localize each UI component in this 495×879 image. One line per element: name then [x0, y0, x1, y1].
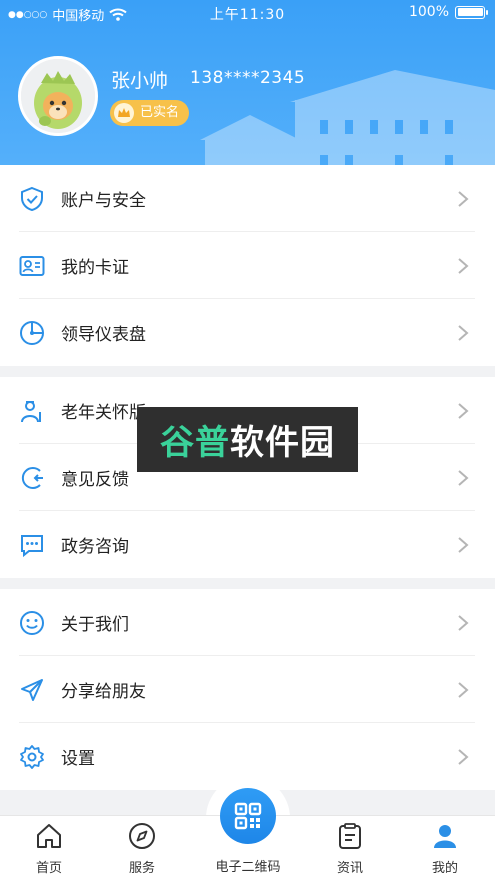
section-gap	[0, 578, 495, 589]
chevron-right-icon	[458, 324, 469, 341]
crown-icon	[114, 103, 134, 123]
menu-label: 我的卡证	[61, 258, 129, 278]
watermark-text-a: 谷普	[160, 423, 230, 463]
menu-label: 老年关怀版	[61, 403, 146, 423]
menu-item-about-us[interactable]: 关于我们	[0, 589, 495, 656]
menu-item-share-friends[interactable]: 分享给朋友	[0, 656, 495, 723]
menu-label: 领导仪表盘	[61, 325, 146, 345]
home-icon	[37, 824, 61, 848]
watermark-text-b: 软件园	[230, 423, 335, 463]
dashboard-icon	[20, 320, 44, 345]
shield-check-icon	[21, 186, 43, 211]
qr-code-icon	[234, 802, 262, 830]
smile-icon	[20, 610, 44, 635]
battery-icon	[455, 5, 488, 19]
news-icon	[339, 823, 361, 849]
tab-label: 服务	[128, 861, 155, 876]
avatar[interactable]	[18, 56, 98, 136]
compass-icon	[129, 823, 155, 849]
menu-label: 关于我们	[61, 615, 129, 635]
menu-item-government-consult[interactable]: 政务咨询	[0, 511, 495, 578]
chevron-right-icon	[458, 469, 469, 486]
tab-mine[interactable]: 我的	[405, 816, 485, 879]
tab-home[interactable]: 首页	[9, 816, 89, 879]
section-gap	[0, 366, 495, 377]
id-card-icon	[19, 255, 45, 276]
tab-news[interactable]: 资讯	[310, 816, 390, 879]
tab-label: 资讯	[336, 861, 363, 876]
dinosaur-avatar-icon	[21, 59, 95, 133]
chevron-right-icon	[458, 536, 469, 553]
gear-icon	[20, 744, 44, 769]
tab-label: 首页	[35, 861, 62, 876]
status-bar: ●●○○○ 中国移动 上午11:30 100%	[0, 0, 495, 26]
menu-group-other: 关于我们 分享给朋友 设置	[0, 589, 495, 790]
menu-item-leader-dashboard[interactable]: 领导仪表盘	[0, 299, 495, 366]
chevron-right-icon	[458, 257, 469, 274]
chevron-right-icon	[458, 748, 469, 765]
tab-label: 我的	[431, 861, 458, 876]
menu-label: 政务咨询	[61, 537, 129, 557]
tab-service[interactable]: 服务	[102, 816, 182, 879]
tab-label-qr[interactable]: 电子二维码	[200, 856, 296, 875]
elder-care-icon	[21, 400, 41, 422]
menu-label: 账户与安全	[61, 191, 146, 211]
chevron-right-icon	[458, 190, 469, 207]
chevron-right-icon	[458, 681, 469, 698]
user-icon	[434, 825, 456, 848]
user-phone: 138****2345	[190, 68, 306, 88]
chevron-right-icon	[458, 614, 469, 631]
user-name: 张小帅	[111, 70, 169, 92]
chevron-right-icon	[458, 402, 469, 419]
menu-item-my-cards[interactable]: 我的卡证	[0, 232, 495, 299]
watermark: 谷普 软件园	[137, 407, 358, 472]
feedback-icon	[21, 466, 43, 489]
battery-percent: 100%	[408, 4, 449, 20]
menu-label: 意见反馈	[61, 470, 129, 490]
menu-label: 设置	[61, 749, 95, 769]
chat-icon	[21, 534, 43, 557]
menu-group-account: 账户与安全 我的卡证 领导仪表盘	[0, 165, 495, 366]
share-icon	[21, 678, 43, 701]
menu-label: 分享给朋友	[61, 682, 146, 702]
qr-code-button[interactable]	[220, 788, 276, 844]
menu-item-account-security[interactable]: 账户与安全	[0, 165, 495, 232]
verified-badge: 已实名	[110, 100, 190, 126]
menu-card: 账户与安全 我的卡证 领导仪表盘 老年关怀版 意见反馈 政务咨询 关于我们 分享…	[0, 165, 495, 790]
verified-label: 已实名	[140, 105, 180, 120]
